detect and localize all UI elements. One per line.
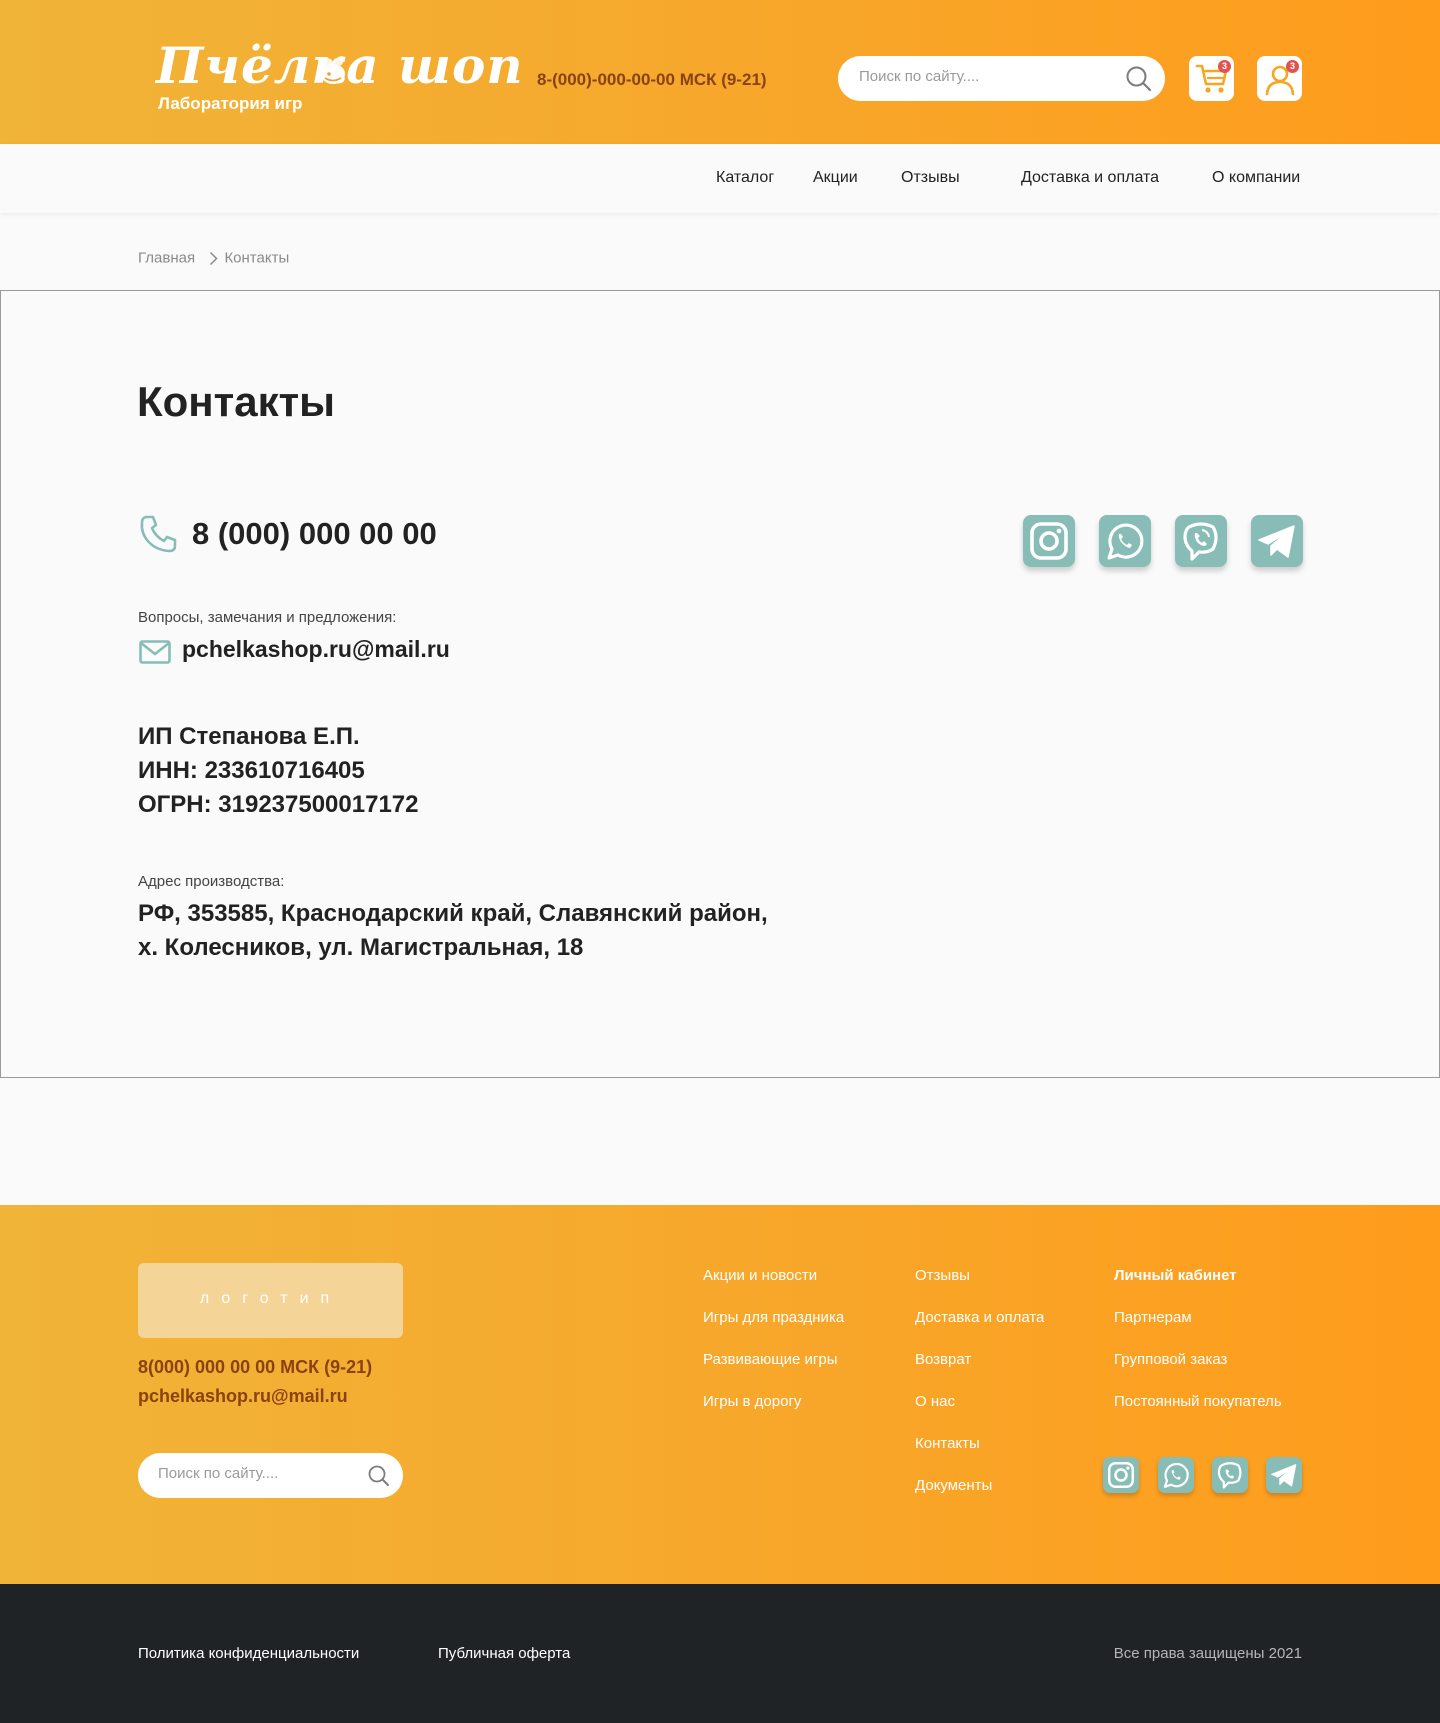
cart-count-badge: 3 [1218, 60, 1231, 73]
header-search [838, 56, 1165, 101]
search-icon[interactable] [367, 1464, 390, 1487]
nav-item-reviews[interactable]: Отзывы [901, 169, 960, 187]
footer-link-delivery[interactable]: Доставка и оплата [915, 1309, 1044, 1326]
footer-link-partners[interactable]: Партнерам [1114, 1309, 1192, 1326]
bee-icon [321, 58, 345, 84]
profile-button[interactable]: 3 [1257, 56, 1302, 101]
footer-link-travel-games[interactable]: Игры в дорогу [703, 1393, 801, 1410]
instagram-icon [1107, 1461, 1135, 1489]
breadcrumb: Главная Контакты [138, 249, 289, 267]
telegram-icon [1258, 525, 1295, 558]
footer-search [138, 1453, 403, 1498]
footer-link-account[interactable]: Личный кабинет [1114, 1267, 1237, 1284]
logo-subtitle: Лаборатория игр [158, 94, 303, 113]
contact-phone[interactable]: 8 (000) 000 00 00 [192, 516, 437, 552]
footer-logo[interactable]: логотип [138, 1263, 403, 1338]
mail-icon [139, 640, 171, 664]
viber-icon [1183, 522, 1218, 561]
site-footer: логотип 8(000) 000 00 00 МСК (9-21) pche… [0, 1205, 1440, 1584]
copyright: Все права защищены 2021 [1113, 1645, 1302, 1662]
viber-icon [1217, 1462, 1242, 1489]
questions-label: Вопросы, замечания и предложения: [138, 609, 397, 626]
footer-email[interactable]: pchelkashop.ru@mail.ru [138, 1386, 348, 1407]
breadcrumb-current: Контакты [224, 249, 290, 267]
telegram-link[interactable] [1251, 515, 1303, 567]
footer-phone[interactable]: 8(000) 000 00 00 МСК (9-21) [138, 1357, 372, 1378]
breadcrumb-home[interactable]: Главная [138, 250, 195, 267]
site-logo[interactable]: Пчёлка шоп Лаборатория игр [156, 38, 523, 118]
legal-info: ИП Степанова Е.П. ИНН: 233610716405 ОГРН… [138, 720, 419, 822]
instagram-link[interactable] [1023, 515, 1075, 567]
footer-link-educational-games[interactable]: Развивающие игры [703, 1351, 838, 1368]
instagram-icon [1030, 522, 1068, 560]
nav-item-about[interactable]: О компании [1212, 169, 1300, 187]
public-offer-link[interactable]: Публичная оферта [438, 1645, 570, 1662]
viber-link[interactable] [1175, 515, 1227, 567]
telegram-icon [1271, 1464, 1297, 1487]
footer-link-contacts[interactable]: Контакты [915, 1435, 980, 1452]
legal-name: ИП Степанова Е.П. [138, 723, 360, 750]
profile-count-badge: 3 [1286, 60, 1299, 73]
footer-link-group-order[interactable]: Групповой заказ [1114, 1351, 1227, 1368]
nav-item-delivery[interactable]: Доставка и оплата [1021, 169, 1159, 187]
footer-link-party-games[interactable]: Игры для праздника [703, 1309, 844, 1326]
footer-link-promotions[interactable]: Акции и новости [703, 1267, 817, 1284]
footer-search-input[interactable] [158, 1465, 358, 1482]
nav-item-catalog[interactable]: Каталог [716, 169, 774, 187]
privacy-policy-link[interactable]: Политика конфиденциальности [138, 1645, 359, 1662]
main-nav: Каталог Акции Отзывы Доставка и оплата О… [0, 144, 1440, 213]
legal-ogrn: ОГРН: 319237500017172 [138, 791, 419, 818]
legal-inn: ИНН: 233610716405 [138, 757, 365, 784]
header-phone[interactable]: 8-(000)-000-00-00 МСК (9-21) [537, 70, 767, 90]
footer-instagram-link[interactable] [1103, 1457, 1139, 1493]
site-header: Пчёлка шоп Лаборатория игр 8-(000)-000-0… [0, 0, 1440, 144]
cart-button[interactable]: 3 [1189, 56, 1234, 101]
address-line: х. Колесников, ул. Магистральная, 18 [138, 934, 584, 961]
production-address: РФ, 353585, Краснодарский край, Славянск… [138, 897, 768, 965]
footer-telegram-link[interactable] [1266, 1457, 1302, 1493]
footer-viber-link[interactable] [1212, 1457, 1248, 1493]
contact-email[interactable]: pchelkashop.ru@mail.ru [182, 636, 450, 663]
whatsapp-icon [1107, 523, 1144, 560]
page-title: Контакты [137, 378, 336, 425]
whatsapp-icon [1163, 1462, 1189, 1488]
phone-icon [140, 515, 177, 553]
search-input[interactable] [859, 68, 1109, 85]
address-line: РФ, 353585, Краснодарский край, Славянск… [138, 900, 768, 927]
footer-logo-text: логотип [199, 1290, 342, 1307]
footer-link-returns[interactable]: Возврат [915, 1351, 971, 1368]
footer-link-reviews[interactable]: Отзывы [915, 1267, 970, 1284]
footer-link-about[interactable]: О нас [915, 1393, 955, 1410]
footer-whatsapp-link[interactable] [1158, 1457, 1194, 1493]
nav-item-promotions[interactable]: Акции [813, 169, 858, 187]
search-icon[interactable] [1125, 65, 1152, 92]
address-label: Адрес производства: [138, 873, 285, 890]
footer-link-documents[interactable]: Документы [915, 1477, 992, 1494]
footer-link-loyal-customer[interactable]: Постоянный покупатель [1114, 1393, 1282, 1410]
chevron-right-icon [210, 251, 218, 265]
whatsapp-link[interactable] [1099, 515, 1151, 567]
bottom-bar: Политика конфиденциальности Публичная оф… [0, 1584, 1440, 1723]
